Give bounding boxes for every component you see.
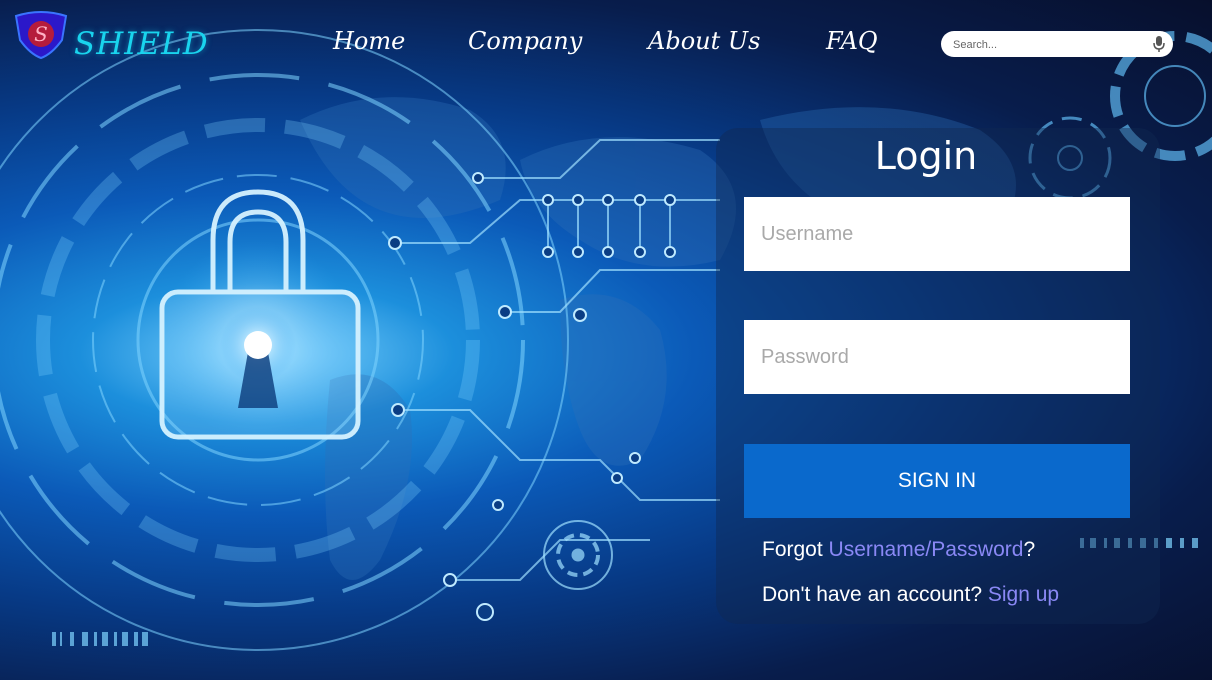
search-input[interactable] [951,35,1145,55]
forgot-prefix: Forgot [762,538,829,561]
search-bar [941,31,1173,57]
signup-line: Don't have an account? Sign up [762,583,1059,607]
nav-company[interactable]: Company [468,27,582,55]
login-title: Login [874,134,978,178]
password-field[interactable] [744,320,1130,394]
forgot-suffix: ? [1023,538,1036,561]
brand-name: SHIELD [74,26,209,62]
signup-prefix: Don't have an account? [762,583,988,606]
nav-about-us[interactable]: About Us [648,27,760,55]
sign-in-button[interactable]: SIGN IN [744,444,1130,518]
sign-up-link[interactable]: Sign up [988,583,1059,606]
nav-faq[interactable]: FAQ [826,27,878,55]
shield-icon: S [14,11,68,60]
brand-logo[interactable]: S SHIELD [8,10,209,62]
top-nav-bar: S SHIELD Home Company About Us FAQ [0,0,1212,84]
mic-icon[interactable] [1153,35,1165,53]
nav-home[interactable]: Home [333,27,405,55]
forgot-credentials-link[interactable]: Username/Password [829,538,1024,561]
brand-initial: S [34,22,48,46]
username-field[interactable] [744,197,1130,271]
forgot-credentials-line: Forgot Username/Password? [762,538,1035,562]
